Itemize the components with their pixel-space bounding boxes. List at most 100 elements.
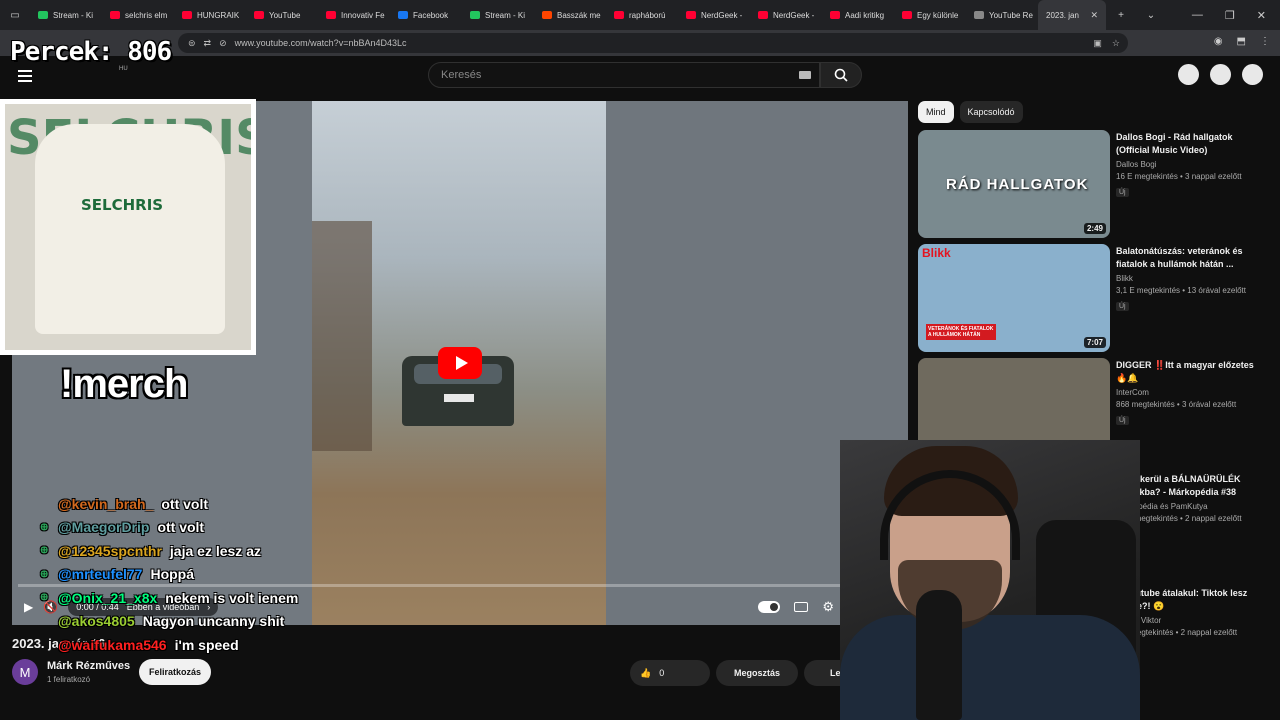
thumbnail-caption: VETERÁNOK ÉS FIATALOK A HULLÁMOK HÁTÁN <box>926 324 996 340</box>
recommendation-channel: Dallos Bogi <box>1116 160 1157 169</box>
chat-username: @kevin_brah_ <box>58 495 154 512</box>
tab-label: NerdGeek - <box>701 10 743 20</box>
chat-badge-icon: ⊕ <box>40 568 49 580</box>
chat-username: @mrteufel77 <box>58 566 143 583</box>
tab-list-icon[interactable]: ⌄ <box>1136 10 1166 21</box>
chat-message: ⊕ @mrteufel77 Hoppá <box>40 563 298 587</box>
browser-tab[interactable]: Egy különle <box>894 0 966 30</box>
account-avatar[interactable] <box>1242 64 1263 85</box>
chat-text: ott volt <box>161 495 209 512</box>
search-input[interactable]: Keresés <box>428 62 820 88</box>
video-duration: 7:07 <box>1083 337 1106 348</box>
tracking-icon[interactable]: ⊘ <box>219 38 227 49</box>
browser-tab[interactable]: Basszák me <box>534 0 606 30</box>
tab-label: YouTube <box>269 10 301 20</box>
settings-gear-icon[interactable]: ⚙ <box>822 599 834 615</box>
browser-tab[interactable]: Stream - Ki <box>462 0 534 30</box>
url-text[interactable]: www.youtube.com/watch?v=nbBAn4D43Lc <box>235 38 407 48</box>
tab-strip: Stream - Ki selchris elm HUNGRAIK YouTube In… <box>30 0 1038 30</box>
browser-tab[interactable]: HUNGRAIK <box>174 0 246 30</box>
tab-label: NerdGeek - <box>773 10 815 20</box>
search-button[interactable] <box>820 62 862 88</box>
youtube-header: HU Keresés <box>0 56 1280 96</box>
channel-avatar[interactable]: M <box>12 659 38 685</box>
profile-icon[interactable]: ◉ <box>1214 36 1223 47</box>
tab-active[interactable]: 2023. jan ✕ <box>1038 0 1106 30</box>
bookmark-star-icon[interactable]: ☆ <box>1112 38 1120 49</box>
chip-related[interactable]: Kapcsolódó <box>959 101 1023 123</box>
extensions-icon[interactable]: ⬒ <box>1237 36 1246 47</box>
address-bar[interactable]: ⊜ ⇄ ⊘ www.youtube.com/watch?v=nbBAn4D43L… <box>178 33 1128 53</box>
recommendation-thumbnail[interactable]: Blikk VETERÁNOK ÉS FIATALOK A HULLÁMOK HÁ… <box>918 244 1110 352</box>
maximize-icon[interactable]: ❐ <box>1225 9 1235 22</box>
chat-badge-icon: ⊕ <box>40 521 49 533</box>
recommendation-meta: 3,1 E megtekintés • 13 órával ezelőtt <box>1116 286 1246 295</box>
recommendation-thumbnail[interactable]: RÁD HALLGATOK 2:49 <box>918 130 1110 238</box>
menu-icon[interactable]: ⋮ <box>1260 36 1270 47</box>
new-badge: Új <box>1116 302 1129 311</box>
window-close-icon[interactable]: ✕ <box>1257 9 1266 22</box>
play-small-icon[interactable]: ▶ <box>24 600 33 614</box>
subscriber-count: 1 feliratkozó <box>47 675 91 684</box>
browser-tab-bar: ▭ Stream - Ki selchris elm HUNGRAIK YouTube… <box>0 0 1280 30</box>
tab-label: Basszák me <box>557 10 601 20</box>
chat-overlay: @kevin_brah_ ott volt ⊕ @MaegorDrip ott volt… <box>40 492 298 657</box>
chat-text: nekem is volt ienem <box>165 589 299 606</box>
create-icon[interactable] <box>1178 64 1199 85</box>
browser-tab[interactable]: YouTube <box>246 0 318 30</box>
tab-label: Stream - Ki <box>53 10 94 20</box>
tab-label: rapháború <box>629 10 666 20</box>
keyboard-icon[interactable] <box>799 71 811 79</box>
window-controls: — ❐ ✕ <box>1192 9 1280 22</box>
close-icon[interactable]: ✕ <box>1090 10 1098 21</box>
share-button[interactable]: Megosztás <box>716 660 798 686</box>
browser-tab[interactable]: Innovativ Fe <box>318 0 390 30</box>
like-button[interactable]: 👍 0 <box>630 660 710 686</box>
browser-tab[interactable]: YouTube Re <box>966 0 1038 30</box>
favicon-icon <box>254 11 264 19</box>
minimize-icon[interactable]: — <box>1192 9 1203 22</box>
browser-tab[interactable]: Aadi kritikg <box>822 0 894 30</box>
tune-icon[interactable]: ⇄ <box>204 38 212 49</box>
browser-tab[interactable]: selchris elm <box>102 0 174 30</box>
chat-text: Nagyon uncanny shit <box>142 613 285 630</box>
browser-tab[interactable]: NerdGeek - <box>678 0 750 30</box>
favicon-icon <box>542 11 552 19</box>
merch-command-label: !merch <box>60 362 188 406</box>
hamburger-menu-icon[interactable] <box>18 70 32 85</box>
tab-actions-icon[interactable]: ▭ <box>0 10 30 21</box>
browser-tab[interactable]: Facebook <box>390 0 462 30</box>
favicon-icon <box>614 11 624 19</box>
new-badge: Új <box>1116 188 1129 197</box>
new-tab-icon[interactable]: + <box>1106 10 1136 21</box>
recommendation-info[interactable]: Dallos Bogi - Rád hallgatok (Official Mu… <box>1116 131 1266 199</box>
chat-message: ⊕ @MaegorDrip ott volt <box>40 516 298 540</box>
browser-toolbar: ◉ ⬒ ⋮ <box>1214 36 1270 47</box>
recommendation-title: DIGGER ‼️Itt a magyar előzetes 🔥🔔 <box>1116 360 1254 383</box>
autoplay-toggle[interactable] <box>758 601 781 613</box>
subscribe-button[interactable]: Feliratkozás <box>139 659 211 685</box>
recommendation-title: Dallos Bogi - Rád hallgatok (Official Mu… <box>1116 132 1233 155</box>
minutes-counter: Percek: 806 <box>10 37 172 67</box>
new-badge: Új <box>1116 416 1129 425</box>
site-info-icon[interactable]: ⊜ <box>188 38 196 49</box>
tab-label: HUNGRAIK <box>197 10 240 20</box>
hoodie-shape: SELCHRIS <box>35 124 225 334</box>
chip-all[interactable]: Mind <box>918 101 954 123</box>
recommendation-info[interactable]: Balatonátúszás: veteránok és fiatalok a … <box>1116 245 1266 313</box>
favicon-icon <box>470 11 480 19</box>
notifications-icon[interactable] <box>1210 64 1231 85</box>
browser-tab[interactable]: rapháború <box>606 0 678 30</box>
chat-message: @akos4805 Nagyon uncanny shit <box>40 610 298 634</box>
channel-name[interactable]: Márk Rézműves <box>47 660 130 672</box>
screenshot-icon[interactable]: ▣ <box>1093 38 1102 49</box>
microphone-icon <box>916 590 962 720</box>
chat-message: ⊕ @12345spcnthr jaja ez lesz az <box>40 539 298 563</box>
browser-tab[interactable]: Stream - Ki <box>30 0 102 30</box>
chat-username: @MaegorDrip <box>58 519 150 536</box>
play-button[interactable] <box>438 347 482 379</box>
browser-tab[interactable]: NerdGeek - <box>750 0 822 30</box>
subtitles-icon[interactable] <box>794 602 809 612</box>
recommendation-info[interactable]: DIGGER ‼️Itt a magyar előzetes 🔥🔔 InterCo… <box>1116 359 1266 427</box>
recommendation-channel: InterCom <box>1116 388 1149 397</box>
